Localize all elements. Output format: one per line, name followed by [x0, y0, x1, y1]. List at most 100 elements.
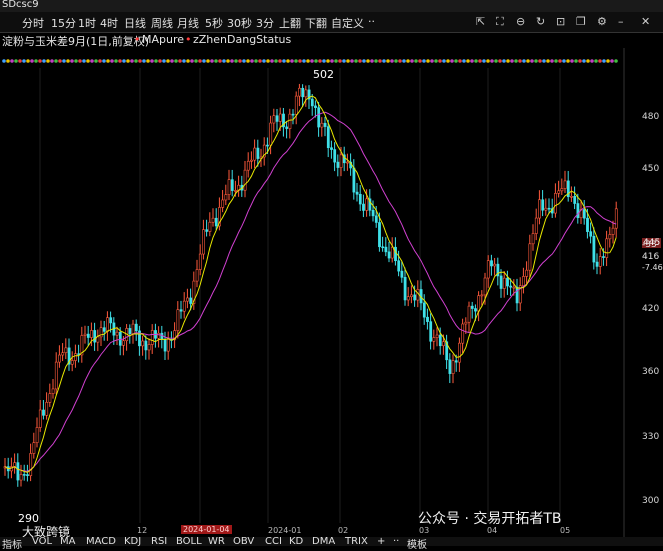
candle-body: [320, 122, 324, 128]
candle-body: [573, 196, 577, 204]
price-readout-change: -33: [642, 240, 657, 250]
period-daily[interactable]: 日线: [124, 15, 146, 31]
tab-indicator[interactable]: 指标: [2, 536, 22, 551]
status-dot: [18, 59, 22, 63]
page-down-button[interactable]: 下翻: [305, 15, 327, 31]
candle-body: [374, 215, 378, 223]
candle-body: [304, 89, 308, 98]
tab-macd[interactable]: MACD: [86, 536, 116, 547]
candle-body: [467, 305, 471, 323]
candle-body: [557, 190, 561, 194]
candle-body: [477, 295, 481, 312]
status-dot: [154, 59, 158, 63]
circle-icon[interactable]: ⊖: [516, 15, 525, 28]
candle-body: [352, 167, 356, 193]
tab-boll[interactable]: BOLL: [176, 536, 202, 547]
minimize-icon[interactable]: –: [618, 15, 624, 28]
indicator-tabs: 指标 VOL MA MACD KDJ RSI BOLL WR OBV CCI K…: [0, 536, 663, 551]
status-dot: [446, 59, 450, 63]
tab-wr[interactable]: WR: [208, 536, 225, 547]
tab-cci[interactable]: CCI: [265, 536, 282, 547]
tab-rsi[interactable]: RSI: [151, 536, 167, 547]
status-dot: [50, 59, 54, 63]
more-menu-button[interactable]: ··: [368, 15, 375, 28]
candle-body: [118, 331, 122, 346]
status-dot: [362, 59, 366, 63]
custom-period-button[interactable]: 自定义: [331, 15, 364, 31]
lock-icon[interactable]: ⊡: [556, 15, 565, 28]
candle-body: [323, 122, 327, 127]
settings-icon[interactable]: ⚙: [597, 15, 607, 28]
period-minute[interactable]: 分时: [22, 15, 44, 31]
status-dot: [78, 59, 82, 63]
close-icon[interactable]: ✕: [641, 15, 650, 28]
tab-template[interactable]: 模板: [407, 536, 427, 551]
candle-body: [90, 330, 93, 338]
candle-body: [605, 238, 609, 258]
candlestick-chart[interactable]: 480 450 420 360 330 300 445 390 -33 416 …: [0, 48, 663, 546]
tab-dma[interactable]: DMA: [312, 536, 335, 547]
period-30sec[interactable]: 30秒: [227, 15, 252, 31]
tab-ma[interactable]: MA: [60, 536, 75, 547]
candle-body: [595, 261, 599, 267]
date-tick: 05: [560, 526, 571, 535]
more-tabs-button[interactable]: ··: [393, 536, 399, 547]
candle-body: [298, 87, 301, 97]
status-dot: [502, 59, 506, 63]
candle-body: [410, 294, 413, 298]
page-up-button[interactable]: 上翻: [279, 15, 301, 31]
sync-icon[interactable]: ↻: [536, 15, 545, 28]
status-dot: [422, 59, 426, 63]
tab-kdj[interactable]: KDJ: [124, 536, 141, 547]
indicator-bar: 淀粉与玉米差9月(1日,前复权) • MApure • zZhenDangSta…: [0, 32, 663, 48]
status-dot: [198, 59, 202, 63]
fullscreen-icon[interactable]: ⛶: [496, 15, 504, 29]
candle-body: [141, 340, 145, 347]
status-dot: [202, 59, 206, 63]
candle-body: [102, 327, 106, 332]
date-tick: 12: [137, 526, 148, 535]
status-dot: [610, 59, 614, 63]
status-dot: [602, 59, 606, 63]
status-dot: [558, 59, 562, 63]
tab-obv[interactable]: OBV: [233, 536, 254, 547]
tab-vol[interactable]: VOL: [32, 536, 52, 547]
candle-body: [400, 270, 404, 278]
status-dot: [306, 59, 310, 63]
status-dot: [34, 59, 38, 63]
status-dot: [262, 59, 266, 63]
period-weekly[interactable]: 周线: [151, 15, 173, 31]
period-1h[interactable]: 1时: [78, 15, 96, 31]
candle-body: [438, 334, 442, 347]
period-15min[interactable]: 15分: [51, 15, 76, 31]
status-dot: [6, 59, 10, 63]
candle-body: [490, 260, 493, 267]
period-3min[interactable]: 3分: [256, 15, 274, 31]
period-5sec[interactable]: 5秒: [205, 15, 223, 31]
candle-body: [387, 251, 391, 259]
period-monthly[interactable]: 月线: [177, 15, 199, 31]
duplicate-icon[interactable]: ❐: [576, 15, 586, 28]
status-dot: [298, 59, 302, 63]
expand-icon[interactable]: ⇱: [476, 15, 485, 28]
tab-trix[interactable]: TRIX: [345, 536, 368, 547]
status-dot: [542, 59, 546, 63]
status-dot: [258, 59, 262, 63]
add-tab-button[interactable]: +: [377, 536, 385, 547]
candle-body: [86, 333, 90, 338]
candle-body: [547, 207, 551, 210]
chart-canvas: [2, 48, 625, 546]
status-dot: [494, 59, 498, 63]
tab-kd[interactable]: KD: [289, 536, 303, 547]
candle-body: [442, 341, 445, 347]
candle-body: [285, 126, 289, 129]
indicator-mapure[interactable]: MApure: [142, 33, 184, 46]
candle-body: [525, 269, 529, 277]
period-4h[interactable]: 4时: [100, 15, 118, 31]
candle-body: [157, 332, 161, 339]
status-dot: [506, 59, 510, 63]
status-dot: [442, 59, 446, 63]
indicator-zhendang[interactable]: zZhenDangStatus: [193, 33, 291, 46]
status-dot: [426, 59, 430, 63]
status-dot: [394, 59, 398, 63]
